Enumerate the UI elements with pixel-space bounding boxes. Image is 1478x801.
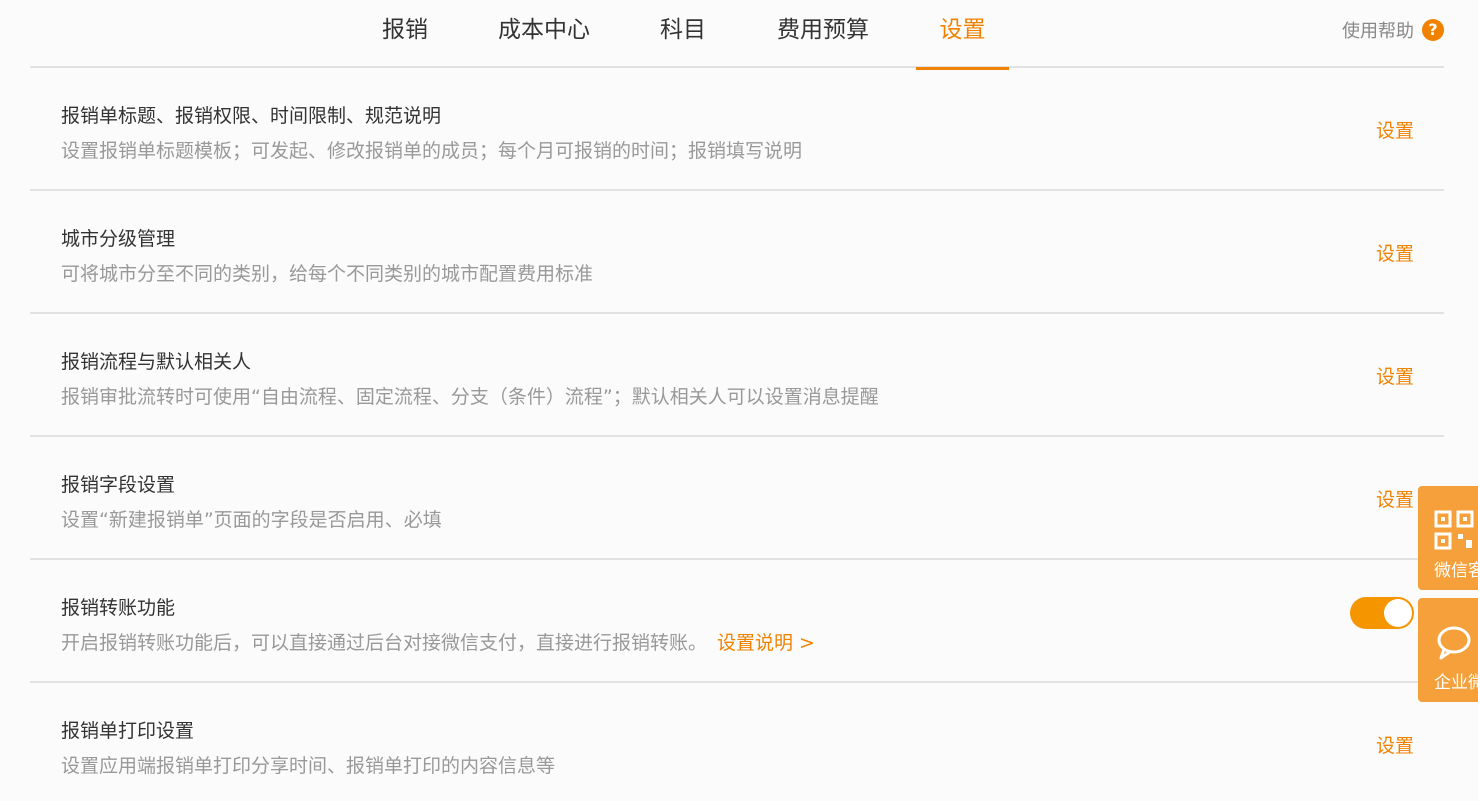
row-title: 城市分级管理 [61,228,176,250]
help-link[interactable]: 使用帮助 ? [1342,17,1444,43]
row-title: 报销字段设置 [61,474,176,496]
question-circle-icon: ? [1422,19,1444,41]
setting-button[interactable]: 设置 [1376,731,1414,758]
row-desc: 设置应用端报销单打印分享时间、报销单打印的内容信息等 [61,755,556,777]
row-desc: 设置“新建报销单”页面的字段是否启用、必填 [61,509,442,531]
row-desc: 设置报销单标题模板；可发起、修改报销单的成员；每个月可报销的时间；报销填写说明 [61,140,803,162]
top-nav: 报销 成本中心 科目 费用预算 设置 使用帮助 ? [30,0,1444,70]
row-desc: 报销审批流转时可使用“自由流程、固定流程、分支（条件）流程”；默认相关人可以设置… [61,386,879,408]
settings-page: 报销 成本中心 科目 费用预算 设置 使用帮助 ? 报销单标题、报销权限、时间限… [0,0,1478,801]
row-title: 报销单打印设置 [61,720,195,742]
settings-row-fields: 报销字段设置 设置“新建报销单”页面的字段是否启用、必填 设置 [30,437,1444,560]
tab-subject[interactable]: 科目 [650,0,716,68]
toggle-knob [1384,599,1412,627]
float-label: 微信客 [1434,561,1478,581]
wechat-service-button[interactable]: 微信客 [1418,486,1478,590]
float-label: 企业微 [1434,673,1478,693]
settings-row-title-permissions: 报销单标题、报销权限、时间限制、规范说明 设置报销单标题模板；可发起、修改报销单… [30,68,1444,191]
settings-row-workflow: 报销流程与默认相关人 报销审批流转时可使用“自由流程、固定流程、分支（条件）流程… [30,314,1444,437]
settings-row-city-levels: 城市分级管理 可将城市分至不同的类别，给每个不同类别的城市配置费用标准 设置 [30,191,1444,314]
row-title: 报销单标题、报销权限、时间限制、规范说明 [61,105,442,127]
row-title: 报销流程与默认相关人 [61,351,252,373]
setting-button[interactable]: 设置 [1376,485,1414,512]
setting-button[interactable]: 设置 [1376,239,1414,266]
chat-bubble-icon [1437,626,1471,660]
enterprise-wechat-button[interactable]: 企业微 [1418,598,1478,702]
tab-budget[interactable]: 费用预算 [768,0,878,68]
row-desc: 开启报销转账功能后，可以直接通过后台对接微信支付，直接进行报销转账。 设置说明 > [61,628,815,655]
settings-row-transfer: 报销转账功能 开启报销转账功能后，可以直接通过后台对接微信支付，直接进行报销转账… [30,560,1444,683]
qr-code-icon [1434,510,1474,550]
setting-button[interactable]: 设置 [1376,362,1414,389]
tab-settings[interactable]: 设置 [916,0,1009,70]
row-desc-text: 开启报销转账功能后，可以直接通过后台对接微信支付，直接进行报销转账。 [61,632,708,654]
tab-reimburse[interactable]: 报销 [370,0,440,68]
transfer-toggle[interactable] [1350,597,1414,629]
setting-instructions-link[interactable]: 设置说明 > [717,632,815,654]
settings-row-print: 报销单打印设置 设置应用端报销单打印分享时间、报销单打印的内容信息等 设置 [30,683,1444,801]
setting-button[interactable]: 设置 [1376,116,1414,143]
row-desc: 可将城市分至不同的类别，给每个不同类别的城市配置费用标准 [61,263,594,285]
row-title: 报销转账功能 [61,597,176,619]
help-label: 使用帮助 [1342,21,1414,42]
tab-cost-center[interactable]: 成本中心 [488,0,600,68]
